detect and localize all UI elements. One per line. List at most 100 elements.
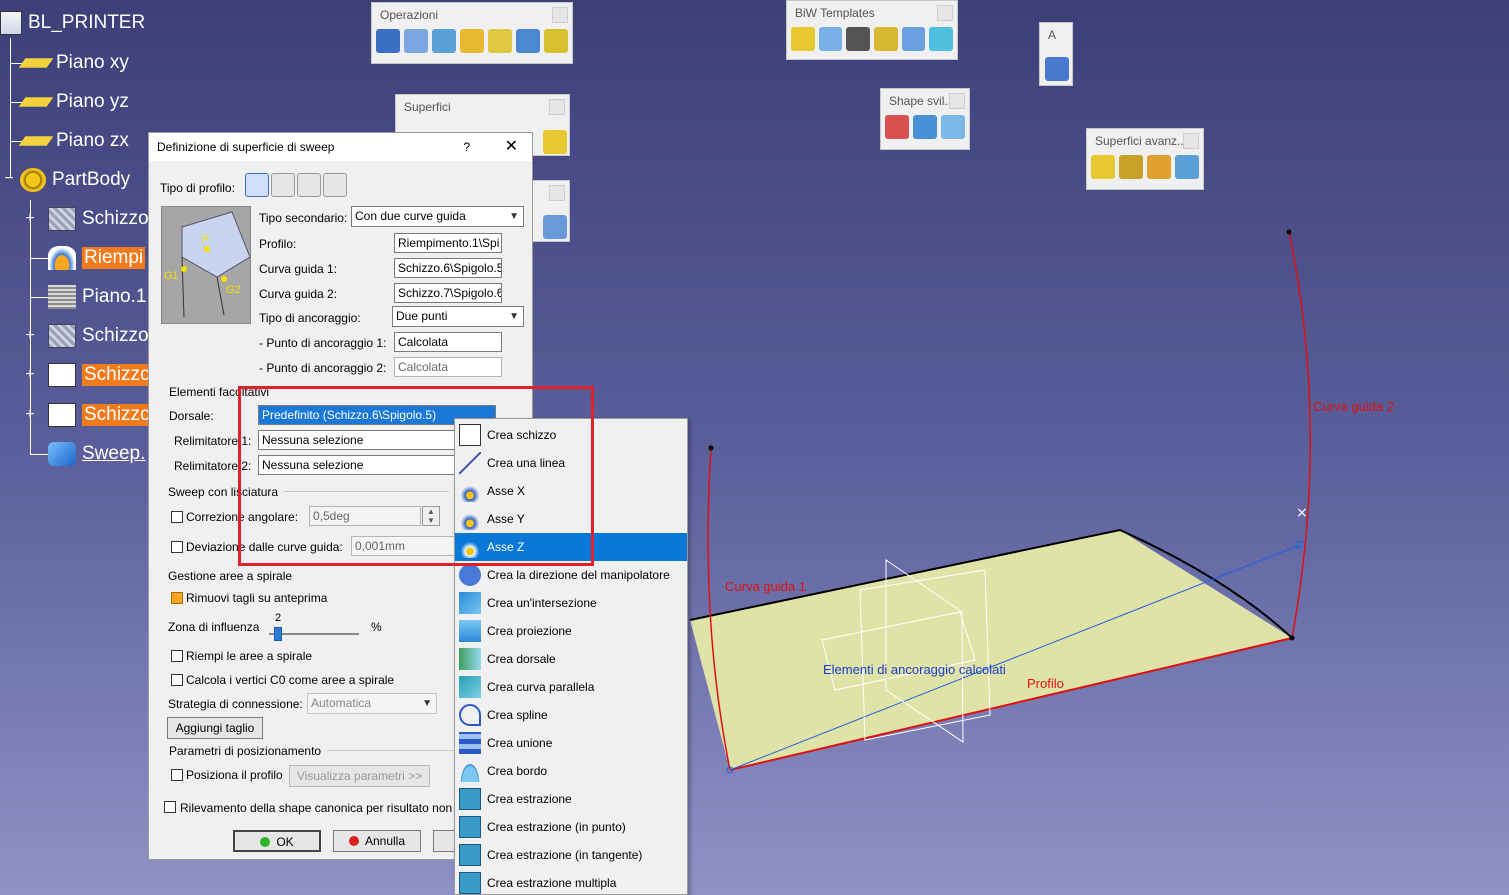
toolbar-operazioni[interactable]: Operazioni xyxy=(371,2,573,64)
tree-item-partbody[interactable]: PartBody xyxy=(20,165,130,195)
shape-icon[interactable] xyxy=(941,115,965,139)
toolbar-biw[interactable]: BiW Templates xyxy=(786,0,958,60)
template-icon[interactable] xyxy=(929,27,954,51)
tree-item-schizzo-3[interactable]: Schizzo xyxy=(48,360,153,390)
join-icon[interactable] xyxy=(376,29,400,53)
rilevamento-checkbox[interactable] xyxy=(164,801,176,813)
trim-icon[interactable] xyxy=(432,29,456,53)
ok-button[interactable]: OK xyxy=(233,830,321,852)
intersection-icon xyxy=(459,592,481,614)
explicit-profile-icon[interactable] xyxy=(245,173,269,197)
rimuovi-checkbox[interactable] xyxy=(171,592,183,604)
extract-icon xyxy=(459,788,481,810)
tree-root[interactable]: BL_PRINTER xyxy=(0,8,145,38)
strategia-select[interactable]: Automatica ▼ xyxy=(307,693,437,714)
line-profile-icon[interactable] xyxy=(271,173,295,197)
healing-icon[interactable] xyxy=(404,29,428,53)
menu-item-proiezione[interactable]: Crea proiezione xyxy=(455,617,687,645)
close-icon[interactable] xyxy=(1183,133,1199,149)
toolbar-shape[interactable]: Shape svil... xyxy=(880,88,970,150)
menu-item-estrazione-punto[interactable]: Crea estrazione (in punto) xyxy=(455,813,687,841)
aggiungi-taglio-button[interactable]: Aggiungi taglio xyxy=(167,717,263,739)
template-icon[interactable] xyxy=(791,27,815,51)
zona-slider-thumb[interactable] xyxy=(274,627,282,641)
guida1-field[interactable]: Schizzo.6\Spigolo.5 xyxy=(394,258,502,278)
toolbar-avanzate[interactable]: Superfici avanz... xyxy=(1086,128,1204,190)
tree-item-riempi[interactable]: Riempi xyxy=(48,243,146,273)
close-icon[interactable] xyxy=(937,5,953,21)
menu-item-estrazione-tangente[interactable]: Crea estrazione (in tangente) xyxy=(455,841,687,869)
wrap-icon[interactable] xyxy=(1119,155,1143,179)
spline-icon[interactable] xyxy=(543,215,567,239)
menu-item-dorsale[interactable]: Crea dorsale xyxy=(455,645,687,673)
tree-item-schizzo-4[interactable]: Schizzo xyxy=(48,400,153,430)
tree-item-piano-zx[interactable]: Piano zx xyxy=(18,126,129,156)
shape-icon[interactable] xyxy=(913,115,937,139)
dev-checkbox[interactable] xyxy=(171,541,183,553)
offset-surface-icon[interactable] xyxy=(543,130,567,154)
tree-item-piano-yz[interactable]: Piano yz xyxy=(18,87,129,117)
menu-item-unione[interactable]: Crea unione xyxy=(455,729,687,757)
tree-item-schizzo-2[interactable]: Schizzo xyxy=(48,321,149,351)
corr-ang-checkbox[interactable] xyxy=(171,511,183,523)
close-icon[interactable] xyxy=(549,185,565,201)
shape-icon[interactable] xyxy=(885,115,909,139)
template-icon[interactable] xyxy=(846,27,871,51)
extract-icon[interactable] xyxy=(488,29,512,53)
circle-profile-icon[interactable] xyxy=(297,173,321,197)
close-button[interactable]: ✕ xyxy=(505,133,518,161)
menu-item-intersezione[interactable]: Crea un'intersezione xyxy=(455,589,687,617)
help-button[interactable]: ? xyxy=(463,133,470,161)
tree-item-schizzo-1[interactable]: Schizzo xyxy=(48,204,149,234)
toolbar-small[interactable]: A xyxy=(1039,22,1073,86)
close-icon[interactable] xyxy=(552,7,568,23)
visualizza-parametri-button[interactable]: Visualizza parametri >> xyxy=(289,765,430,787)
expand-icon[interactable]: + xyxy=(23,407,37,423)
tipo-secondario-select[interactable]: Con due curve guida ▼ xyxy=(351,206,524,227)
zona-value: 2 xyxy=(275,612,282,624)
guida2-field[interactable]: Schizzo.7\Spigolo.6 xyxy=(394,283,502,303)
close-icon[interactable] xyxy=(949,93,965,109)
tree-item-sweep[interactable]: Sweep. xyxy=(48,439,145,469)
menu-item-bordo[interactable]: Crea bordo xyxy=(455,757,687,785)
profilo-label: Profilo: xyxy=(259,237,297,251)
profilo-field[interactable]: Riempimento.1\Spi xyxy=(394,233,502,253)
ancoraggio-select[interactable]: Due punti ▼ xyxy=(392,306,524,327)
conic-profile-icon[interactable] xyxy=(323,173,347,197)
menu-item-estrazione[interactable]: Crea estrazione xyxy=(455,785,687,813)
transform-icon[interactable] xyxy=(544,29,568,53)
sketch-icon xyxy=(48,207,76,231)
fillet-icon[interactable] xyxy=(516,29,540,53)
chevron-down-icon: ▼ xyxy=(509,211,519,222)
collapse-icon[interactable]: − xyxy=(2,171,16,187)
menu-item-curva-parallela[interactable]: Crea curva parallela xyxy=(455,673,687,701)
shape-morph-icon[interactable] xyxy=(1147,155,1171,179)
fill-surface-icon xyxy=(48,246,76,270)
punto2-field[interactable]: Calcolata xyxy=(394,357,502,377)
develop-icon[interactable] xyxy=(1175,155,1199,179)
menu-item-estrazione-multipla[interactable]: Crea estrazione multipla xyxy=(455,869,687,894)
posiziona-checkbox[interactable] xyxy=(171,769,183,781)
expand-icon[interactable]: + xyxy=(23,367,37,383)
riempi-checkbox[interactable] xyxy=(171,650,183,662)
sweep-preview-diagram: P G1 G2 xyxy=(164,211,251,318)
expand-icon[interactable]: + xyxy=(23,211,37,227)
tree-item-piano-1[interactable]: Piano.1 xyxy=(48,282,146,312)
calcola-checkbox[interactable] xyxy=(171,674,183,686)
split-icon[interactable] xyxy=(460,29,484,53)
punto1-field[interactable]: Calcolata xyxy=(394,332,502,352)
template-icon[interactable] xyxy=(818,27,843,51)
rimuovi-label: Rimuovi tagli su anteprima xyxy=(186,591,328,605)
ancoraggio-label: Tipo di ancoraggio: xyxy=(259,311,361,325)
menu-item-spline[interactable]: Crea spline xyxy=(455,701,687,729)
tree-item-piano-xy[interactable]: Piano xy xyxy=(18,48,129,78)
template-icon[interactable] xyxy=(874,27,898,51)
close-icon[interactable] xyxy=(549,99,565,115)
tipo-profilo-label: Tipo di profilo: xyxy=(160,181,235,195)
annulla-button[interactable]: Annulla xyxy=(333,830,421,852)
zona-slider-track[interactable] xyxy=(269,633,359,635)
expand-icon[interactable]: + xyxy=(23,328,37,344)
bump-icon[interactable] xyxy=(1091,155,1115,179)
axis-icon[interactable] xyxy=(1045,57,1069,81)
template-icon[interactable] xyxy=(901,27,926,51)
